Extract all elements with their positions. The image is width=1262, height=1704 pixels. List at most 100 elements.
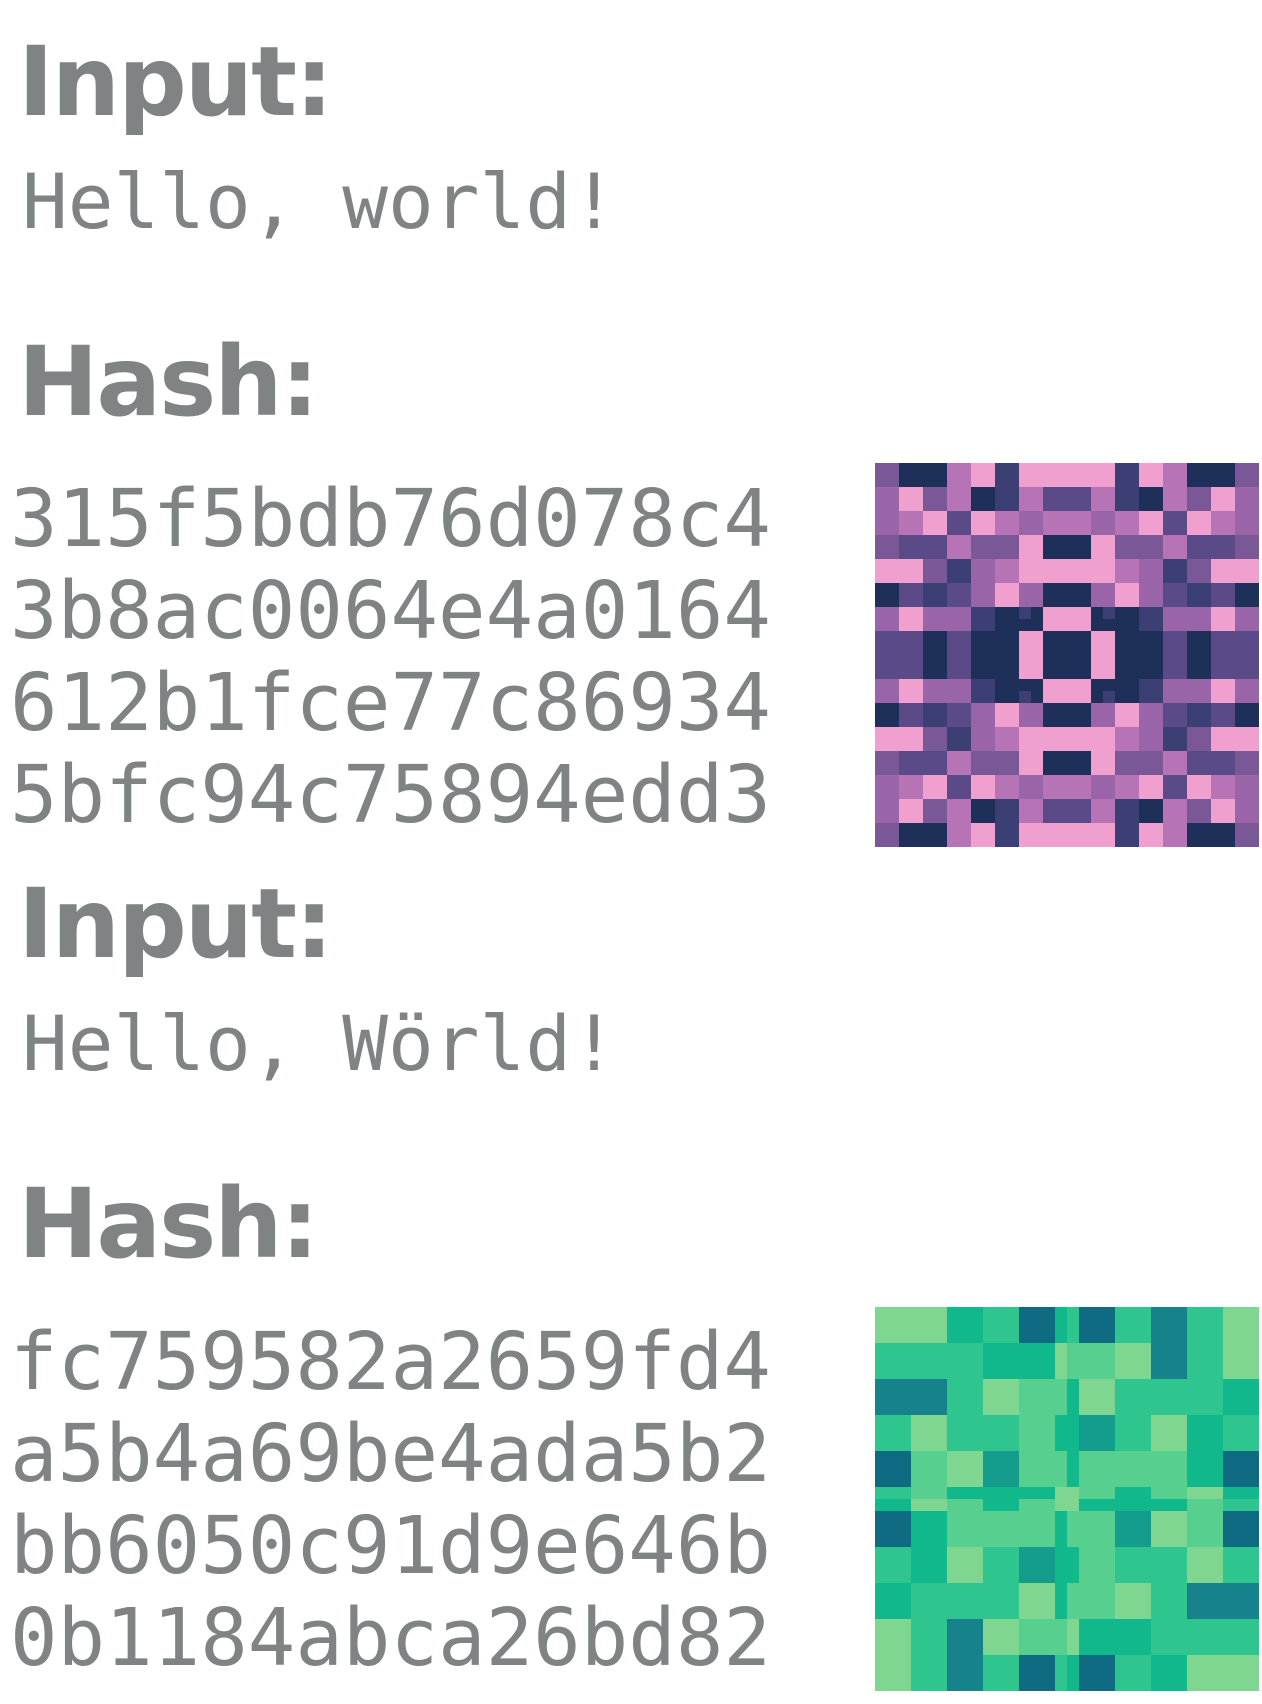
identicon-pixel (1199, 1331, 1211, 1343)
identicon-pixel (1139, 835, 1151, 847)
identicon-pixel (1151, 1667, 1163, 1679)
identicon-pixel (1199, 1679, 1211, 1691)
identicon-pixel (1115, 1643, 1127, 1655)
identicon-pixel (1079, 595, 1091, 607)
identicon-pixel (911, 763, 923, 775)
identicon-pixel (935, 1511, 947, 1523)
identicon-pixel (1103, 1439, 1115, 1451)
identicon-pixel (923, 487, 935, 499)
identicon-pixel (911, 1463, 923, 1475)
identicon-pixel (1247, 1667, 1259, 1679)
identicon-pixel (1175, 1307, 1187, 1319)
identicon-pixel (1019, 1619, 1031, 1631)
identicon-pixel (1199, 1571, 1211, 1583)
identicon-pixel (1067, 1475, 1079, 1487)
identicon-pixel (1055, 547, 1067, 559)
identicon-pixel (1187, 1571, 1199, 1583)
identicon-pixel (947, 1319, 959, 1331)
identicon-pixel (947, 499, 959, 511)
identicon-pixel (1235, 475, 1247, 487)
identicon-pixel (899, 1655, 911, 1667)
identicon-pixel (935, 1559, 947, 1571)
identicon-pixel (947, 559, 959, 571)
identicon-pixel (1127, 1595, 1139, 1607)
identicon-pixel (1199, 1451, 1211, 1463)
identicon-pixel (1199, 727, 1211, 739)
identicon-pixel (899, 1367, 911, 1379)
identicon-pixel (1175, 655, 1187, 667)
identicon-pixel (899, 1475, 911, 1487)
identicon-pixel (935, 1667, 947, 1679)
identicon-pixel (1019, 715, 1031, 727)
identicon-pixel (1115, 571, 1127, 583)
identicon-pixel (1163, 463, 1175, 475)
identicon-pixel (1103, 1487, 1115, 1499)
identicon-pixel (947, 535, 959, 547)
identicon-pixel (1235, 523, 1247, 535)
identicon-pixel (1091, 667, 1103, 679)
identicon-pixel (1031, 535, 1043, 547)
identicon-pixel (947, 1427, 959, 1439)
identicon-pixel (899, 1607, 911, 1619)
identicon-pixel (1103, 1595, 1115, 1607)
identicon-pixel (1091, 631, 1103, 643)
identicon-pixel (1091, 739, 1103, 751)
identicon-pixel (1187, 655, 1199, 667)
identicon-pixel (995, 1331, 1007, 1343)
identicon-pixel (947, 523, 959, 535)
identicon-pixel (983, 1643, 995, 1655)
identicon-pixel (1199, 775, 1211, 787)
identicon-pixel (1103, 787, 1115, 799)
identicon-pixel (983, 1379, 995, 1391)
identicon-pixel (935, 1487, 947, 1499)
identicon-pixel (1103, 1355, 1115, 1367)
identicon-pixel (1007, 1427, 1019, 1439)
identicon-pixel (923, 1607, 935, 1619)
identicon-pixel (1163, 499, 1175, 511)
identicon-pixel (1151, 1571, 1163, 1583)
identicon-pixel (1211, 799, 1223, 811)
identicon-pixel (947, 1535, 959, 1547)
identicon-pixel (1223, 1619, 1235, 1631)
identicon-pixel (1187, 595, 1199, 607)
identicon-pixel (947, 1547, 959, 1559)
identicon-pixel (1031, 1475, 1043, 1487)
identicon-pixel (1127, 835, 1139, 847)
identicon-pixel (875, 1307, 887, 1319)
identicon-pixel (935, 511, 947, 523)
identicon-pixel (1043, 1367, 1055, 1379)
identicon-pixel (887, 835, 899, 847)
identicon-pixel (1175, 811, 1187, 823)
identicon-pixel (1079, 1367, 1091, 1379)
identicon-pixel (1127, 727, 1139, 739)
identicon-pixel (1067, 751, 1079, 763)
identicon-pixel (1151, 1679, 1163, 1691)
identicon-pixel (1031, 739, 1043, 751)
identicon-pixel (1235, 1355, 1247, 1367)
identicon-pixel (1211, 823, 1223, 835)
identicon-pixel (1091, 643, 1103, 655)
identicon-pixel (1079, 475, 1091, 487)
identicon-pixel (935, 1307, 947, 1319)
identicon-pixel (1043, 835, 1055, 847)
identicon-pixel (995, 463, 1007, 475)
identicon-pixel (1139, 739, 1151, 751)
identicon-pixel (1127, 715, 1139, 727)
identicon-pixel (1079, 487, 1091, 499)
identicon-pixel (1163, 1499, 1175, 1511)
identicon-pixel (1079, 607, 1091, 619)
identicon-pixel (1187, 1331, 1199, 1343)
identicon-pixel (971, 1607, 983, 1619)
identicon-pixel (1223, 1403, 1235, 1415)
identicon-pixel (1175, 1367, 1187, 1379)
identicon-pixel (899, 655, 911, 667)
identicon-pixel (1067, 559, 1079, 571)
identicon-pixel (1211, 1631, 1223, 1643)
identicon-pixel (1067, 1607, 1079, 1619)
identicon-pixel (1055, 811, 1067, 823)
identicon-pixel (1115, 1523, 1127, 1535)
identicon-pixel (1211, 1559, 1223, 1571)
identicon-pixel (995, 1535, 1007, 1547)
identicon-pixel (1043, 1355, 1055, 1367)
identicon-pixel (995, 1547, 1007, 1559)
